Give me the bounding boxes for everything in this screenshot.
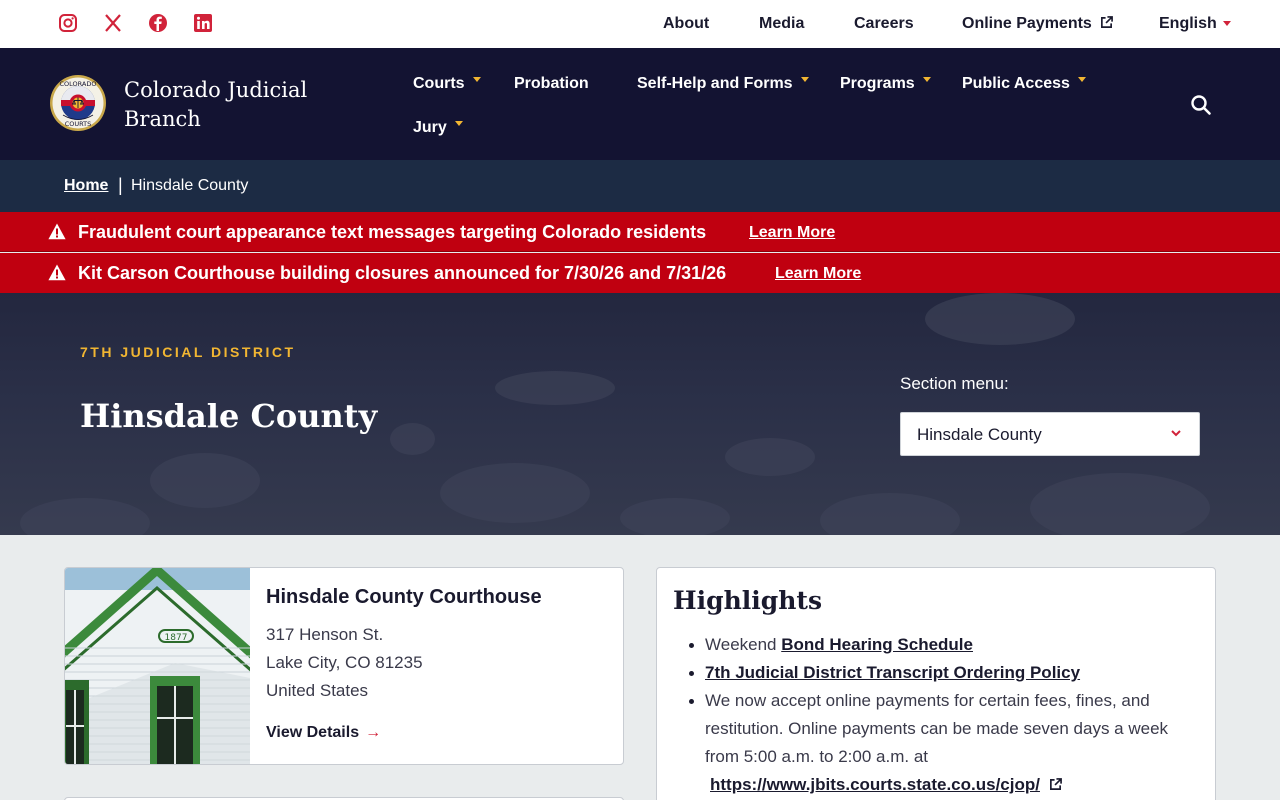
caret-down-icon bbox=[1222, 21, 1231, 27]
warning-icon bbox=[48, 223, 66, 240]
x-icon[interactable] bbox=[103, 13, 123, 33]
highlights-card: Highlights Weekend Bond Hearing Schedule… bbox=[656, 567, 1216, 800]
highlights-title: Highlights bbox=[673, 586, 823, 615]
instagram-icon[interactable] bbox=[58, 13, 78, 33]
arrow-right-icon: → bbox=[365, 724, 382, 741]
hero-background-rock bbox=[1030, 473, 1210, 535]
caret-down-icon bbox=[1077, 77, 1086, 82]
nav-probation[interactable]: Probation bbox=[514, 74, 589, 94]
language-selector[interactable]: English bbox=[1159, 14, 1231, 34]
page-title: Hinsdale County bbox=[80, 397, 378, 435]
jbits-payments-link[interactable]: https://www.jbits.courts.state.co.us/cjo… bbox=[710, 775, 1040, 794]
nav-programs[interactable]: Programs bbox=[840, 74, 931, 94]
hero-background-rock bbox=[725, 438, 815, 476]
alert-banner-2: Kit Carson Courthouse building closures … bbox=[0, 253, 1280, 293]
bullet-icon bbox=[689, 643, 694, 648]
chevron-down-icon bbox=[1171, 430, 1181, 437]
linkedin-icon[interactable] bbox=[193, 13, 213, 33]
hero-background-rock bbox=[150, 453, 260, 508]
utility-bar: About Media Careers Online Payments Engl… bbox=[0, 0, 1280, 48]
external-link-icon bbox=[1101, 16, 1114, 28]
caret-down-icon bbox=[454, 121, 463, 126]
alert-learn-more-link[interactable]: Learn More bbox=[749, 223, 835, 243]
breadcrumb-separator: | bbox=[118, 175, 123, 195]
nav-self-help-label: Self-Help and Forms bbox=[637, 75, 793, 92]
hero-background-rock bbox=[620, 498, 730, 535]
svg-text:COLORADO: COLORADO bbox=[60, 80, 97, 88]
breadcrumb-home-link[interactable]: Home bbox=[64, 177, 108, 195]
about-link[interactable]: About bbox=[663, 14, 709, 34]
nav-courts[interactable]: Courts bbox=[413, 74, 481, 94]
courthouse-title: Hinsdale County Courthouse bbox=[266, 586, 542, 608]
section-menu-value: Hinsdale County bbox=[917, 425, 1042, 444]
breadcrumb-current: Hinsdale County bbox=[131, 177, 249, 194]
hero-background-rock bbox=[925, 293, 1075, 345]
highlight-item-2: 7th Judicial District Transcript Orderin… bbox=[705, 659, 1205, 687]
bullet-icon bbox=[689, 671, 694, 676]
nav-self-help[interactable]: Self-Help and Forms bbox=[637, 74, 809, 94]
hero-background-rock bbox=[390, 423, 435, 455]
courthouse-address-line2: Lake City, CO 81235 bbox=[266, 653, 423, 672]
highlight-item-3: We now accept online payments for certai… bbox=[705, 687, 1195, 799]
alert-text: Fraudulent court appearance text message… bbox=[78, 222, 707, 242]
language-label: English bbox=[1159, 15, 1217, 32]
section-menu-label: Section menu: bbox=[900, 374, 1009, 393]
online-payments-text: We now accept online payments for certai… bbox=[705, 691, 1169, 766]
highlight-item-1-prefix: Weekend bbox=[705, 635, 782, 654]
site-brand[interactable]: Colorado Judicial Branch bbox=[124, 76, 324, 134]
nav-programs-label: Programs bbox=[840, 75, 915, 92]
search-icon[interactable] bbox=[1190, 94, 1212, 116]
main-header: COLORADO COURTS Colorado Judicial Branch… bbox=[0, 48, 1280, 160]
facebook-icon[interactable] bbox=[148, 13, 168, 33]
careers-link[interactable]: Careers bbox=[854, 14, 914, 34]
svg-text:COURTS: COURTS bbox=[65, 120, 92, 128]
view-details-link[interactable]: View Details → bbox=[266, 724, 381, 742]
highlight-item-1: Weekend Bond Hearing Schedule bbox=[705, 631, 1205, 659]
online-payments-link[interactable]: Online Payments bbox=[962, 14, 1114, 34]
hero-background-rock bbox=[820, 493, 960, 535]
breadcrumb: Home | Hinsdale County bbox=[0, 160, 1280, 212]
district-eyebrow: 7TH JUDICIAL DISTRICT bbox=[80, 344, 296, 360]
media-link[interactable]: Media bbox=[759, 14, 804, 34]
nav-probation-label: Probation bbox=[514, 75, 589, 92]
external-link-icon bbox=[1049, 778, 1062, 790]
building-year-plaque: 1877 bbox=[165, 633, 188, 643]
caret-down-icon bbox=[472, 77, 481, 82]
warning-icon bbox=[48, 264, 66, 281]
nav-courts-label: Courts bbox=[413, 75, 465, 92]
transcript-policy-link[interactable]: 7th Judicial District Transcript Orderin… bbox=[705, 663, 1080, 682]
nav-jury-label: Jury bbox=[413, 119, 447, 136]
page-hero: 7TH JUDICIAL DISTRICT Hinsdale County Se… bbox=[0, 293, 1280, 535]
caret-down-icon bbox=[922, 77, 931, 82]
section-menu-select[interactable]: Hinsdale County bbox=[900, 412, 1200, 456]
alert-learn-more-link[interactable]: Learn More bbox=[775, 264, 861, 284]
courthouse-card: 1877 Hinsdale County Courthouse 317 Hens… bbox=[64, 567, 624, 765]
hero-background-rock bbox=[440, 463, 590, 523]
alert-banner-1: Fraudulent court appearance text message… bbox=[0, 212, 1280, 252]
hero-background-rock bbox=[495, 371, 615, 405]
alert-text: Kit Carson Courthouse building closures … bbox=[78, 263, 727, 283]
hero-background-rock bbox=[20, 498, 150, 535]
colorado-judicial-seal-logo[interactable]: COLORADO COURTS bbox=[49, 74, 107, 132]
nav-public-access-label: Public Access bbox=[962, 75, 1070, 92]
caret-down-icon bbox=[800, 77, 809, 82]
nav-public-access[interactable]: Public Access bbox=[962, 74, 1086, 94]
courthouse-address-line3: United States bbox=[266, 681, 369, 700]
courthouse-address-line1: 317 Henson St. bbox=[266, 625, 384, 644]
online-payments-label: Online Payments bbox=[962, 15, 1092, 32]
bond-hearing-schedule-link[interactable]: Bond Hearing Schedule bbox=[781, 635, 973, 654]
bullet-icon bbox=[689, 699, 694, 704]
nav-jury[interactable]: Jury bbox=[413, 118, 463, 138]
view-details-label: View Details bbox=[266, 724, 360, 741]
courthouse-photo: 1877 bbox=[65, 568, 250, 764]
